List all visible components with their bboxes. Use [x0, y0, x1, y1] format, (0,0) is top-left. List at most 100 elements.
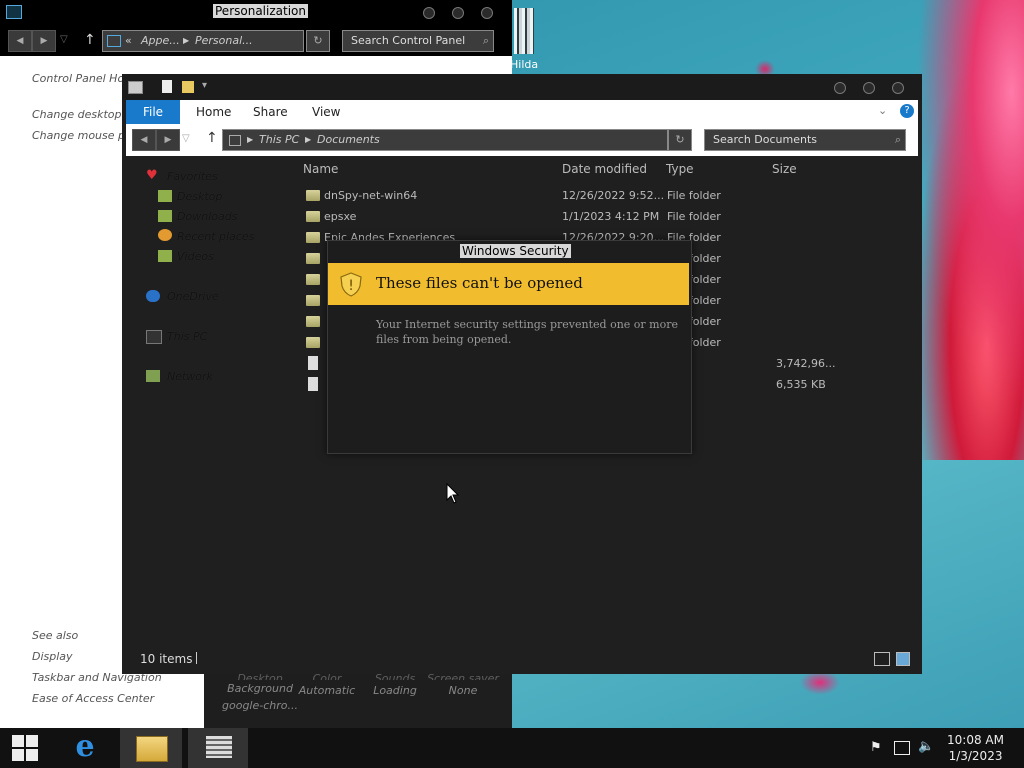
large-icons-view-icon[interactable] — [896, 652, 910, 666]
column-header-type[interactable]: Type — [666, 162, 694, 176]
breadcrumb-item[interactable]: Documents — [317, 130, 380, 150]
file-size: 3,742,96... — [776, 357, 836, 370]
forward-button[interactable]: ▶ — [32, 30, 56, 52]
new-folder-icon[interactable] — [182, 81, 194, 93]
recent-locations-icon[interactable]: ▽ — [182, 133, 190, 144]
folder-icon — [306, 190, 320, 201]
user-desktop-icon[interactable]: Hilda — [510, 6, 540, 72]
breadcrumb-item[interactable]: Personal... — [195, 31, 253, 51]
search-icon[interactable]: ⌕ — [895, 130, 901, 150]
address-bar[interactable]: ▶ This PC ▶ Documents — [222, 129, 668, 151]
file-size: 6,535 KB — [776, 378, 826, 391]
file-date: 1/1/2023 4:12 PM — [562, 210, 660, 223]
recent-locations-icon[interactable]: ▽ — [60, 34, 68, 45]
taskbar-internet-explorer[interactable]: e — [54, 728, 116, 768]
refresh-button[interactable]: ↻ — [668, 129, 692, 151]
file-name: dnSpy-net-win64 — [324, 189, 418, 202]
mouse-cursor-icon — [446, 483, 460, 504]
nav-onedrive[interactable]: OneDrive — [167, 290, 219, 303]
navigation-bar: ◀ ▶ ▽ ↑ « Appe... ▶ Personal... ↻ Search… — [0, 26, 512, 56]
help-icon[interactable]: ? — [900, 104, 914, 118]
taskbar-control-panel[interactable] — [188, 728, 248, 768]
nav-downloads[interactable]: Downloads — [177, 210, 237, 223]
tab-share[interactable]: Share — [253, 100, 288, 124]
column-header-size[interactable]: Size — [772, 162, 797, 176]
dialog-message: Your Internet security settings prevente… — [376, 318, 678, 346]
search-icon[interactable]: ⌕ — [483, 31, 489, 51]
favorites-star-icon: ♥ — [146, 168, 158, 183]
clock-date: 1/3/2023 — [948, 749, 1003, 763]
sounds-setting[interactable]: Sounds Loading — [358, 672, 432, 697]
dialog-heading: These files can't be opened — [376, 274, 583, 292]
close-button[interactable] — [481, 7, 493, 19]
search-placeholder: Search Documents — [713, 133, 818, 146]
back-button[interactable]: ◀ — [8, 30, 32, 52]
maximize-button[interactable] — [863, 82, 875, 94]
nav-this-pc[interactable]: This PC — [167, 330, 207, 343]
tab-home[interactable]: Home — [196, 100, 231, 124]
see-also-heading: See also — [32, 629, 79, 642]
column-header-date[interactable]: Date modified — [562, 162, 647, 176]
internet-explorer-icon: e — [75, 729, 95, 764]
file-name: epsxe — [324, 210, 357, 223]
nav-desktop[interactable]: Desktop — [177, 190, 222, 203]
address-bar[interactable]: « Appe... ▶ Personal... — [102, 30, 304, 52]
breadcrumb-item[interactable]: This PC — [259, 130, 299, 150]
start-button[interactable] — [0, 728, 50, 768]
file-row[interactable]: dnSpy-net-win64 12/26/2022 9:52... File fo… — [302, 186, 842, 206]
desktop-background-setting[interactable]: Desktop Background google-chro... — [220, 672, 300, 712]
close-button[interactable] — [892, 82, 904, 94]
ease-of-access-link[interactable]: Ease of Access Center — [32, 692, 154, 705]
setting-label: Automatic — [298, 684, 356, 697]
folder-icon — [306, 274, 320, 285]
flag-icon[interactable]: ⚑ — [870, 740, 882, 755]
volume-icon[interactable]: 🔈 — [918, 739, 934, 754]
color-setting[interactable]: Color Automatic — [290, 672, 364, 697]
tab-view[interactable]: View — [312, 100, 340, 124]
folder-icon — [306, 211, 320, 222]
this-pc-icon — [229, 135, 241, 146]
folder-icon — [306, 253, 320, 264]
ribbon-tabs: File Home Share View ⌄ ? — [126, 100, 918, 124]
nav-favorites[interactable]: Favorites — [167, 170, 218, 183]
system-clock[interactable]: 10:08 AM 1/3/2023 — [947, 732, 1004, 764]
tab-file[interactable]: File — [126, 100, 180, 124]
folder-icon — [306, 295, 320, 306]
details-view-icon[interactable] — [874, 652, 890, 666]
title-bar[interactable]: Personalization — [0, 0, 512, 26]
back-button[interactable]: ◀ — [132, 129, 156, 151]
screen-saver-setting[interactable]: Screen saver None — [426, 672, 500, 697]
control-panel-icon — [6, 5, 22, 19]
search-input[interactable]: Search Documents ⌕ — [704, 129, 906, 151]
network-icon[interactable] — [894, 741, 910, 755]
up-arrow-icon[interactable]: ↑ — [206, 130, 218, 146]
navigation-pane: ♥ Favorites Desktop Downloads Recent pla… — [122, 158, 292, 638]
nav-network[interactable]: Network — [167, 370, 213, 383]
nav-recent-places[interactable]: Recent places — [177, 230, 254, 243]
control-panel-icon — [107, 35, 121, 47]
expand-ribbon-icon[interactable]: ⌄ — [878, 104, 887, 117]
refresh-button[interactable]: ↻ — [306, 30, 330, 52]
minimize-button[interactable] — [834, 82, 846, 94]
forward-button[interactable]: ▶ — [156, 129, 180, 151]
breadcrumb-item[interactable]: Appe... — [141, 31, 180, 51]
up-arrow-icon[interactable]: ↑ — [84, 32, 96, 48]
network-icon — [146, 370, 160, 382]
breadcrumb-prefix: « — [125, 34, 132, 47]
file-icon — [308, 356, 318, 370]
taskbar-file-explorer[interactable] — [120, 728, 182, 768]
svg-text:!: ! — [348, 278, 354, 294]
status-item-count: 10 items — [140, 652, 193, 666]
chevron-down-icon[interactable]: ▾ — [202, 80, 207, 91]
display-link[interactable]: Display — [32, 650, 73, 663]
nav-videos[interactable]: Videos — [177, 250, 214, 263]
maximize-button[interactable] — [452, 7, 464, 19]
properties-icon[interactable] — [162, 80, 172, 93]
minimize-button[interactable] — [423, 7, 435, 19]
search-input[interactable]: Search Control Panel ⌕ — [342, 30, 494, 52]
file-row[interactable]: epsxe 1/1/2023 4:12 PM File folder — [302, 207, 842, 227]
column-header-name[interactable]: Name — [303, 162, 338, 176]
recent-places-icon — [158, 229, 172, 241]
setting-label: None — [448, 684, 478, 697]
title-bar[interactable]: ▾ — [122, 74, 922, 100]
